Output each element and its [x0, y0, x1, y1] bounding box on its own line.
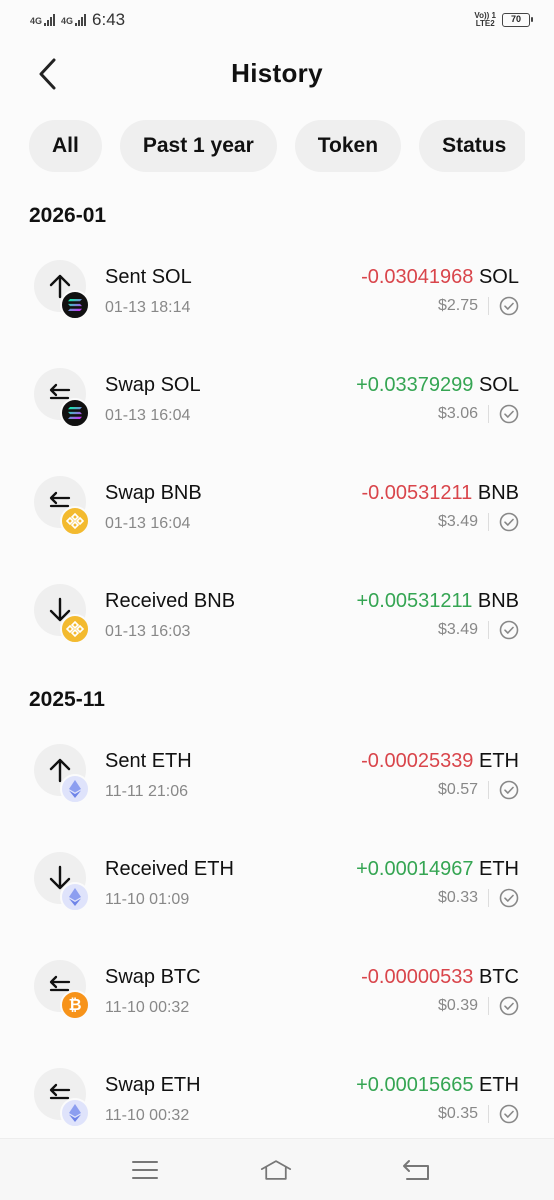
- tx-icon: ₿: [34, 960, 90, 1020]
- tx-name: Swap ETH: [105, 1074, 201, 1096]
- tx-icon: [34, 852, 90, 912]
- section-title-2026-01: 2026-01: [29, 204, 107, 227]
- tx-name: Received ETH: [105, 858, 234, 880]
- tx-amount: -0.00025339 ETH: [361, 750, 519, 772]
- check-circle-icon: [499, 780, 519, 800]
- system-nav-bar: [0, 1138, 554, 1200]
- tx-name: Received BNB: [105, 590, 236, 612]
- tx-icon: [34, 476, 90, 536]
- filter-all[interactable]: All: [29, 120, 102, 172]
- menu-icon: [132, 1161, 158, 1179]
- eth-token-icon: [60, 774, 90, 804]
- home-button[interactable]: [260, 1155, 292, 1185]
- tx-amount: +0.03379299 SOL: [356, 374, 519, 396]
- transaction-row[interactable]: Swap SOL 01-13 16:04 +0.03379299 SOL $3.…: [0, 364, 554, 464]
- network-type-2: 4G: [61, 16, 74, 26]
- check-circle-icon: [499, 404, 519, 424]
- sol-token-icon: [60, 398, 90, 428]
- filter-bar: All Past 1 year Token Status: [29, 120, 525, 172]
- tx-icon: [34, 368, 90, 428]
- tx-amount: -0.03041968 SOL: [361, 266, 519, 288]
- bnb-token-icon: [60, 614, 90, 644]
- tx-name: Swap SOL: [105, 374, 201, 396]
- network-type-1: 4G: [30, 16, 43, 26]
- check-circle-icon: [499, 1104, 519, 1124]
- back-icon: [403, 1160, 429, 1180]
- tx-usd-value: $3.06: [437, 405, 478, 422]
- tx-time: 01-13 18:14: [105, 299, 191, 316]
- sol-token-icon: [60, 290, 90, 320]
- transaction-row[interactable]: Sent ETH 11-11 21:06 -0.00025339 ETH $0.…: [0, 740, 554, 840]
- tx-amount: -0.00000533 BTC: [361, 966, 519, 988]
- tx-time: 01-13 16:04: [105, 515, 191, 532]
- page-title: History: [231, 58, 323, 88]
- tx-icon: [34, 1068, 90, 1128]
- tx-time: 11-10 00:32: [105, 999, 190, 1016]
- clock: 6:43: [92, 10, 126, 29]
- filter-status[interactable]: Status: [419, 120, 525, 172]
- bnb-token-icon: [60, 506, 90, 536]
- tx-time: 11-10 01:09: [105, 891, 190, 908]
- tx-usd-value: $3.49: [437, 513, 478, 530]
- volte-indicator: Vo)) 1 LTE2: [474, 12, 496, 28]
- transaction-row[interactable]: Received BNB 01-13 16:03 +0.00531211 BNB…: [0, 580, 554, 680]
- tx-usd-value: $2.75: [437, 297, 478, 314]
- tx-time: 11-10 00:32: [105, 1107, 190, 1124]
- tx-icon: [34, 584, 90, 644]
- signal-icon-2: 4G: [61, 14, 87, 26]
- tx-usd-value: $0.57: [437, 781, 478, 798]
- tx-name: Sent ETH: [105, 750, 192, 772]
- tx-amount: +0.00531211 BNB: [356, 590, 519, 612]
- check-circle-icon: [499, 888, 519, 908]
- eth-token-icon: [60, 1098, 90, 1128]
- transaction-row[interactable]: Received ETH 11-10 01:09 +0.00014967 ETH…: [0, 848, 554, 948]
- check-circle-icon: [499, 512, 519, 532]
- tx-time: 01-13 16:03: [105, 623, 191, 640]
- menu-button[interactable]: [129, 1155, 161, 1185]
- tx-usd-value: $0.33: [437, 889, 478, 906]
- tx-icon: [34, 260, 90, 320]
- tx-name: Swap BTC: [105, 966, 201, 988]
- tx-usd-value: $0.35: [437, 1105, 478, 1122]
- tx-usd-value: $0.39: [437, 997, 478, 1014]
- battery-icon: 70: [502, 13, 533, 27]
- home-icon: [260, 1160, 292, 1180]
- volte-label-2: LTE2: [475, 19, 495, 28]
- tx-time: 11-11 21:06: [105, 783, 189, 800]
- check-circle-icon: [499, 996, 519, 1016]
- header: History: [0, 48, 554, 100]
- transaction-row[interactable]: Swap BNB 01-13 16:04 -0.00531211 BNB $3.…: [0, 472, 554, 572]
- tx-time: 01-13 16:04: [105, 407, 191, 424]
- tx-amount: +0.00015665 ETH: [356, 1074, 519, 1096]
- status-bar: 4G 4G 6:43 Vo)) 1 LTE2 70: [0, 0, 554, 40]
- transaction-row[interactable]: ₿ Swap BTC 11-10 00:32 -0.00000533 BTC $…: [0, 956, 554, 1056]
- tx-name: Swap BNB: [105, 482, 202, 504]
- transaction-row[interactable]: Sent SOL 01-13 18:14 -0.03041968 SOL $2.…: [0, 256, 554, 356]
- filter-token[interactable]: Token: [294, 120, 402, 172]
- signal-icon-1: 4G: [30, 14, 56, 26]
- filter-past-1-year[interactable]: Past 1 year: [119, 120, 277, 172]
- tx-usd-value: $3.49: [437, 621, 478, 638]
- tx-name: Sent SOL: [105, 266, 192, 288]
- check-circle-icon: [499, 620, 519, 640]
- tx-amount: +0.00014967 ETH: [356, 858, 519, 880]
- btc-token-icon: ₿: [60, 990, 90, 1020]
- back-nav-button[interactable]: [400, 1155, 432, 1185]
- tx-icon: [34, 744, 90, 804]
- tx-amount: -0.00531211 BNB: [361, 482, 519, 504]
- section-title-2025-11: 2025-11: [29, 688, 105, 711]
- eth-token-icon: [60, 882, 90, 912]
- check-circle-icon: [499, 296, 519, 316]
